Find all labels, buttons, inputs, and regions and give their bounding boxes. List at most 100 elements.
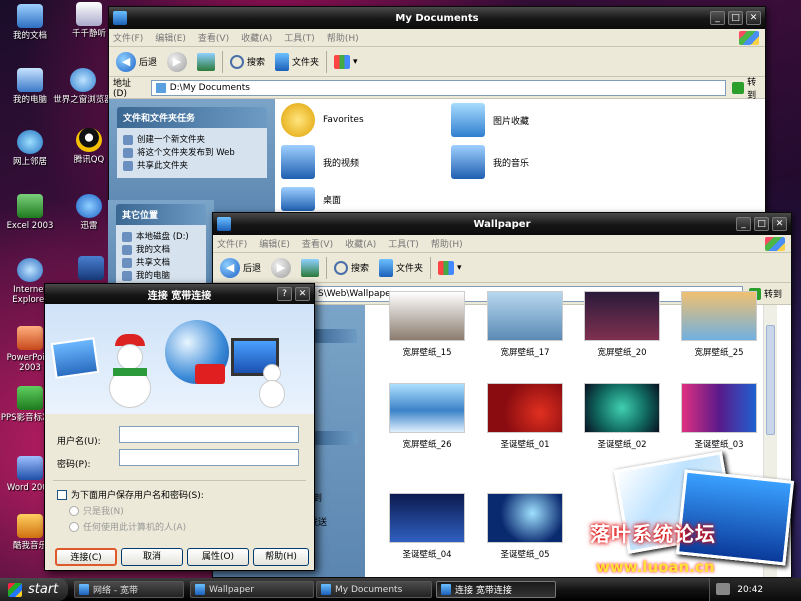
menu-view[interactable]: 查看(V) [302,237,333,250]
help-button[interactable]: ? [277,287,292,301]
thumbnail-label: 宽屏壁纸_17 [500,348,550,358]
menu-file[interactable]: 文件(F) [113,31,143,44]
dialog-title-bar[interactable]: 连接 宽带连接 ? ✕ [45,284,314,304]
desktop-icon-network[interactable]: 网上邻居 [0,130,63,167]
menu-tools[interactable]: 工具(T) [388,237,419,250]
menu-file[interactable]: 文件(F) [217,237,247,250]
title-bar[interactable]: Wallpaper _ □ ✕ [213,213,791,235]
taskbar-button-label: 网络 - 宽带 [93,586,138,596]
thumbnail-item[interactable]: 圣诞壁纸_01 [487,383,563,450]
menu-help[interactable]: 帮助(H) [327,31,359,44]
menu-edit[interactable]: 编辑(E) [259,237,290,250]
place-local-disk[interactable]: 本地磁盘 (D:) [122,232,200,242]
taskbar-button-network[interactable]: 网络 - 宽带 [74,581,184,598]
item-desktop[interactable]: 桌面 [281,187,341,211]
place-shared-documents[interactable]: 共享文档 [122,258,200,268]
windows-logo-icon [8,582,22,597]
properties-button[interactable]: 属性(O) [187,548,249,566]
computer-icon [122,271,132,281]
task-share-folder[interactable]: 共享此文件夹 [123,161,261,171]
thumbnail-image [681,291,757,341]
password-input[interactable] [119,449,299,466]
radio-me-row[interactable]: 只是我(N) [69,504,124,517]
back-button[interactable]: ◀ 后退 [217,256,264,280]
minimize-button[interactable]: _ [736,217,751,231]
folders-button[interactable]: 文件夹 [376,257,426,279]
password-row: 密码(P): [57,449,299,470]
task-header[interactable] [313,431,357,445]
search-button[interactable]: 搜索 [331,259,372,277]
radio-only-me[interactable] [69,505,79,516]
desktop-icon-theworld-browser[interactable]: 世界之窗浏览器 [50,68,116,105]
folders-button[interactable]: 文件夹 [272,51,322,73]
search-button[interactable]: 搜索 [227,53,268,71]
scrollbar-thumb[interactable] [766,325,775,435]
up-button[interactable] [298,257,322,279]
address-input[interactable]: D:\My Documents [150,79,727,96]
menu-favorites[interactable]: 收藏(A) [345,237,376,250]
connect-dialog[interactable]: 连接 宽带连接 ? ✕ 用户名(U): 密码(P): 为下面用户保存用户名和密码… [44,283,315,571]
start-button[interactable]: start [0,578,68,601]
menu-help[interactable]: 帮助(H) [431,237,463,250]
thumbnail-item[interactable]: 宽屏壁纸_26 [389,383,465,450]
network-tray-icon[interactable] [716,583,730,595]
task-publish-web[interactable]: 将这个文件夹发布到 Web [123,148,261,158]
menu-edit[interactable]: 编辑(E) [155,31,186,44]
other-places-header[interactable]: 其它位置 [116,204,206,225]
views-button[interactable]: ▾ [435,259,465,277]
clock[interactable]: 20:42 [737,585,763,595]
title-bar[interactable]: My Documents _ □ ✕ [109,7,765,29]
menu-favorites[interactable]: 收藏(A) [241,31,272,44]
menu-tools[interactable]: 工具(T) [284,31,315,44]
save-credentials-checkbox[interactable] [57,489,67,500]
item-music[interactable]: 我的音乐 [451,145,529,179]
maximize-button[interactable]: □ [728,11,743,25]
views-button[interactable]: ▾ [331,53,361,71]
thumbnail-item[interactable]: 宽屏壁纸_15 [389,291,465,358]
help-dialog-button[interactable]: 帮助(H) [253,548,309,566]
thumbnail-item[interactable]: 宽屏壁纸_20 [584,291,660,358]
desktop-icon-excel[interactable]: Excel 2003 [0,194,63,231]
go-label: 转到 [764,290,783,300]
save-credentials-row[interactable]: 为下面用户保存用户名和密码(S): [57,488,204,501]
go-button[interactable]: 转到 [732,75,765,101]
minimize-button[interactable]: _ [710,11,725,25]
username-input[interactable] [119,426,299,443]
close-button[interactable]: ✕ [772,217,787,231]
close-button[interactable]: ✕ [746,11,761,25]
up-button[interactable] [194,51,218,73]
maximize-button[interactable]: □ [754,217,769,231]
forward-button[interactable]: ▶ [268,256,294,280]
task-header[interactable] [313,329,357,343]
thumbnail-item[interactable]: 宽屏壁纸_25 [681,291,757,358]
taskbar-button-my-documents[interactable]: My Documents [316,581,432,598]
radio-anyone[interactable] [69,521,79,532]
place-my-documents[interactable]: 我的文档 [122,245,200,255]
radio-anyone-row[interactable]: 任何使用此计算机的人(A) [69,520,186,533]
thumbnail-item[interactable]: 圣诞壁纸_05 [487,493,563,560]
task-new-folder[interactable]: 创建一个新文件夹 [123,135,261,145]
taskbar-button-wallpaper[interactable]: Wallpaper [190,581,314,598]
item-label: Favorites [323,115,364,125]
place-my-computer[interactable]: 我的电脑 [122,271,200,281]
desktop-icon-label: 网上邻居 [12,157,47,167]
back-button[interactable]: ◀ 后退 [113,50,160,74]
menu-view[interactable]: 查看(V) [198,31,229,44]
task-label: 创建一个新文件夹 [137,135,206,145]
cancel-button[interactable]: 取消 [121,548,183,566]
close-button[interactable]: ✕ [295,287,310,301]
forward-button[interactable]: ▶ [164,50,190,74]
dialog-banner [45,304,314,414]
my-documents-window[interactable]: My Documents _ □ ✕ 文件(F) 编辑(E) 查看(V) 收藏(… [108,6,766,220]
thumbnail-item[interactable]: 宽屏壁纸_17 [487,291,563,358]
desktop-icon-my-documents[interactable]: 我的文档 [0,4,63,41]
item-pictures[interactable]: 图片收藏 [451,103,529,137]
address-bar: 地址(D) D:\My Documents 转到 [109,75,765,101]
connect-button[interactable]: 连接(C) [55,548,117,566]
share-icon [123,161,133,171]
item-videos[interactable]: 我的视频 [281,145,359,179]
taskbar-button-connect[interactable]: 连接 宽带连接 [436,581,556,598]
file-tasks-header[interactable]: 文件和文件夹任务 [117,107,267,128]
thumbnail-item[interactable]: 圣诞壁纸_04 [389,493,465,560]
item-favorites[interactable]: Favorites [281,103,364,137]
